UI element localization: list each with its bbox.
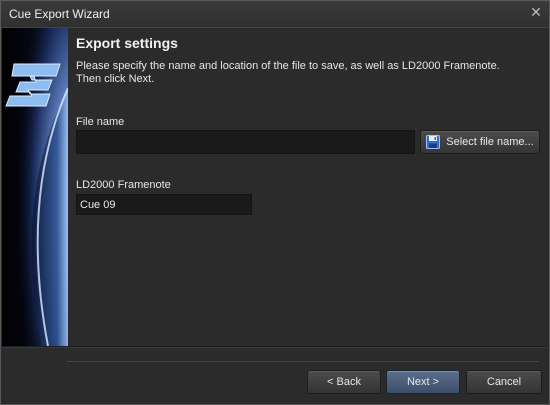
close-icon[interactable]: ✕ xyxy=(529,6,543,20)
space-planet-image xyxy=(2,28,68,346)
file-name-input[interactable] xyxy=(76,130,415,154)
wizard-side-banner xyxy=(2,28,68,346)
framenote-label: LD2000 Framenote xyxy=(76,179,171,191)
window-title: Cue Export Wizard xyxy=(9,7,110,21)
file-name-label: File name xyxy=(76,116,125,128)
next-button[interactable]: Next > xyxy=(386,370,460,394)
wizard-content-panel: Export settings Please specify the name … xyxy=(68,28,548,346)
cue-export-wizard-window: Cue Export Wizard ✕ Export settings Plea… xyxy=(0,0,550,405)
title-bar: Cue Export Wizard ✕ xyxy=(1,1,549,28)
select-file-name-button[interactable]: Select file name... xyxy=(420,130,540,154)
page-description: Please specify the name and location of … xyxy=(76,60,526,86)
footer-divider xyxy=(2,346,548,348)
back-button[interactable]: < Back xyxy=(307,370,381,394)
description-line-1: Please specify the name and location of … xyxy=(76,60,500,72)
select-file-name-label: Select file name... xyxy=(446,136,534,148)
description-line-2: Then click Next. xyxy=(76,73,155,85)
framenote-input[interactable] xyxy=(76,194,252,215)
footer-separator-line xyxy=(67,361,539,362)
page-heading: Export settings xyxy=(76,35,178,51)
floppy-disk-icon xyxy=(426,135,441,149)
cancel-button[interactable]: Cancel xyxy=(466,370,542,394)
